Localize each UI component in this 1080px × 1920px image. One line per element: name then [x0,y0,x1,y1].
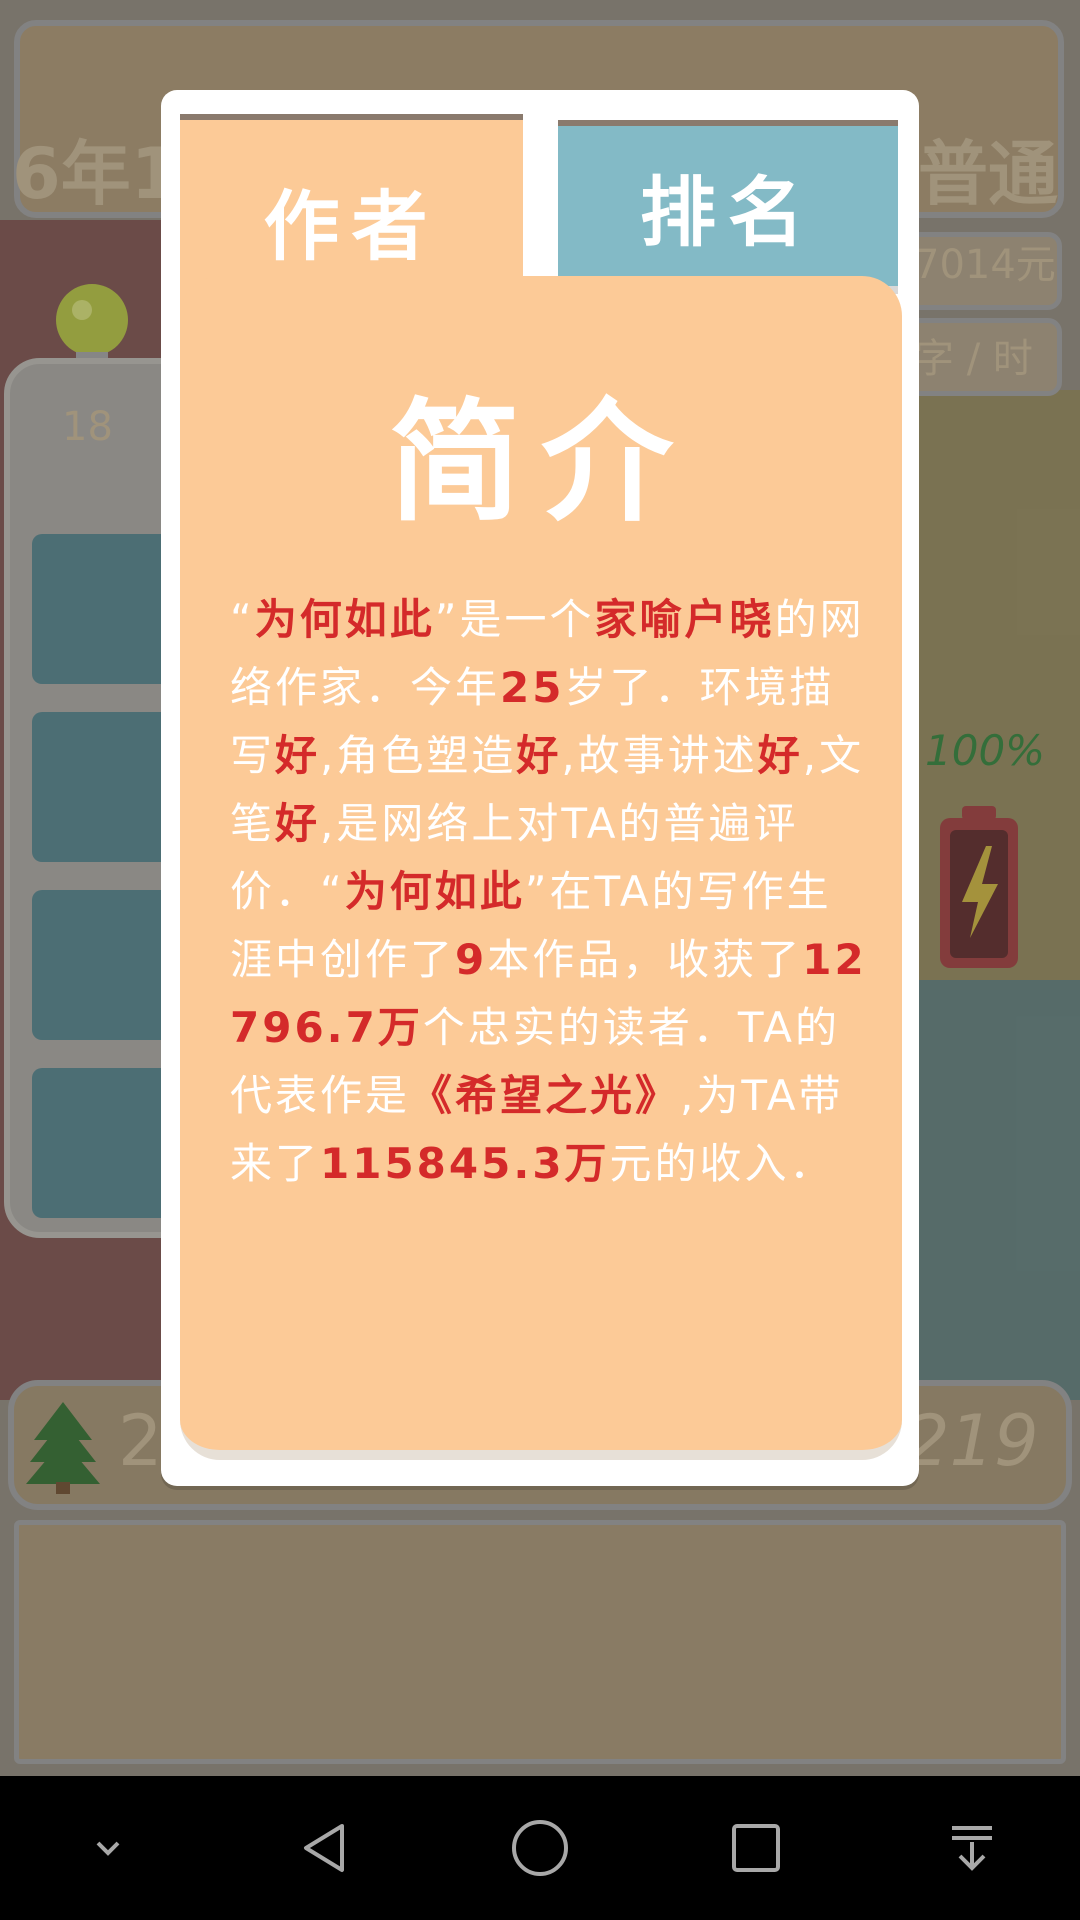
bio-highlight: 家喻户晓 [594,595,775,644]
author-bio: “为何如此”是一个家喻户晓的网络作家．今年25岁了．环境描写好,角色塑造好,故事… [230,586,870,1198]
bio-text: 元的收入． [609,1139,835,1188]
author-profile-dialog: 作者 排名 简介 “为何如此”是一个家喻户晓的网络作家．今年25岁了．环境描写好… [161,90,919,1486]
bio-text: ,角色塑造 [320,731,517,780]
home-icon[interactable] [490,1798,590,1898]
tab-ranking[interactable]: 排名 [558,120,898,294]
bio-highlight: 25 [500,663,565,712]
battery-icon[interactable] [938,806,1020,970]
date-text: 6年1 [12,133,180,215]
slot-count-text: 18 [62,404,113,450]
recents-icon[interactable] [706,1798,806,1898]
system-nav-bar [0,1776,1080,1920]
right-floor [900,980,1080,1400]
bottom-panel [14,1520,1066,1764]
intro-card: 简介 “为何如此”是一个家喻户晓的网络作家．今年25岁了．环境描写好,角色塑造好… [180,276,902,1460]
tree-icon [26,1402,100,1494]
bio-highlight: 好 [757,731,803,780]
bio-highlight: 好 [275,731,321,780]
back-icon[interactable] [274,1798,374,1898]
bio-highlight: 9 [455,935,488,984]
bio-highlight: 好 [275,799,321,848]
bio-text: ,故事讲述 [561,731,758,780]
download-icon[interactable] [922,1798,1022,1898]
money-text: 7014元 [914,242,1056,288]
bio-highlight: 115845.3万 [320,1139,610,1188]
chevron-down-icon[interactable] [58,1798,158,1898]
bio-highlight: 《希望之光》 [410,1071,681,1120]
score-count: 219 [905,1400,1039,1482]
bio-text: ”是一个 [434,595,595,644]
battery-percent: 100% [925,726,1046,775]
difficulty-text: 普通 [918,133,1058,215]
tree-count: 2 [118,1400,163,1482]
rate-text: 字 / 时 [914,336,1033,382]
bio-text: “ [230,595,255,644]
bio-highlight: 为何如此 [344,867,525,916]
bio-highlight: 为何如此 [254,595,435,644]
intro-title: 简介 [389,386,693,540]
bio-highlight: 好 [516,731,562,780]
bio-text: 本作品，收获了 [487,935,803,984]
